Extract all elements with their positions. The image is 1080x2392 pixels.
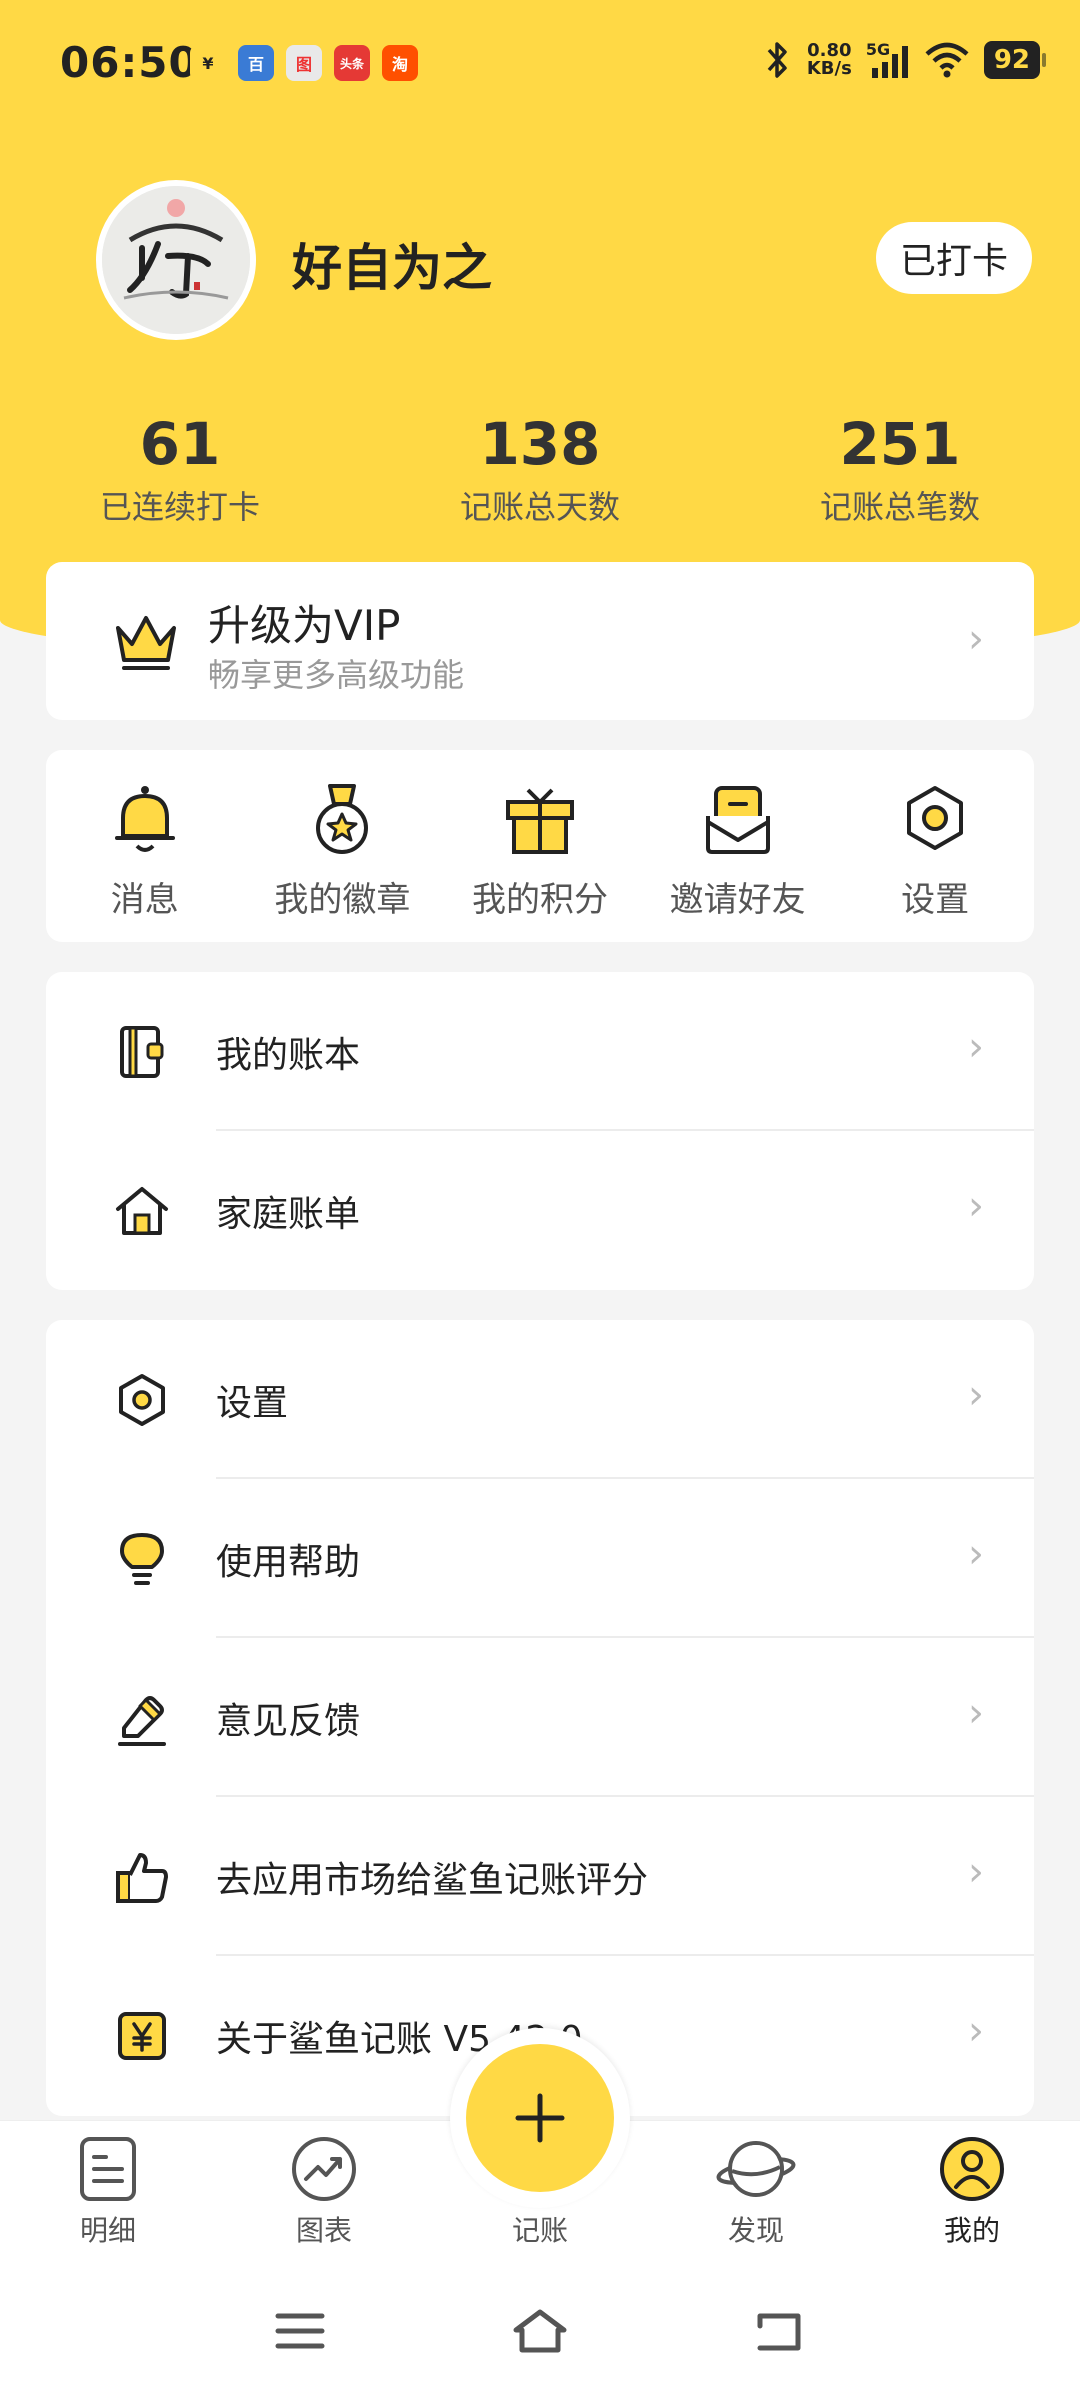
status-time: 06:50 (60, 38, 199, 87)
stat-total-days: 138 记账总天数 (360, 410, 720, 528)
chevron-right-icon: › (968, 1531, 984, 1577)
quick-action-settings[interactable]: 设置 (836, 750, 1034, 942)
crown-icon (116, 616, 176, 670)
quick-action-points[interactable]: 我的积分 (441, 750, 639, 942)
quick-action-invite[interactable]: 邀请好友 (639, 750, 837, 942)
map-notif-icon: 图 (286, 45, 322, 81)
menu-item-settings[interactable]: 设置 › (46, 1320, 1034, 1479)
vip-subtitle: 畅享更多高级功能 (208, 656, 465, 694)
nav-label: 我的 (943, 2214, 1000, 2247)
settings-icon (907, 786, 964, 850)
avatar[interactable] (96, 180, 256, 340)
nav-label: 图表 (295, 2214, 352, 2247)
quick-action-label: 消息 (110, 880, 179, 920)
chevron-right-icon: › (968, 1849, 984, 1895)
gift-icon (505, 788, 574, 854)
menu-item-my-ledger[interactable]: 我的账本 › (46, 972, 1034, 1131)
menu-label: 我的账本 (216, 1035, 361, 1076)
menu-item-family-bill[interactable]: 家庭账单 › (46, 1131, 1034, 1290)
quick-action-label: 我的徽章 (274, 880, 411, 920)
quick-action-label: 设置 (901, 880, 970, 920)
chart-icon (292, 2137, 356, 2201)
notification-icons: ¥ 百 图 头条 淘 (190, 45, 418, 81)
nav-item-mine[interactable]: 我的 (902, 2135, 1042, 2249)
cellular-signal-icon: 5G (866, 40, 910, 80)
chevron-right-icon: › (968, 1183, 984, 1229)
chevron-right-icon: › (968, 1372, 984, 1418)
wifi-icon (925, 42, 969, 78)
nav-label: 记账 (511, 2214, 568, 2247)
nav-item-charts[interactable]: 图表 (254, 2135, 394, 2249)
menu-item-feedback[interactable]: 意见反馈 › (46, 1638, 1034, 1797)
menu-item-help[interactable]: 使用帮助 › (46, 1479, 1034, 1638)
back-icon[interactable] (750, 2306, 810, 2356)
stat-value: 61 (139, 410, 221, 478)
yuan-notif-icon: ¥ (190, 45, 226, 81)
bell-icon (114, 786, 175, 852)
network-speed: 0.80 KB/s (806, 40, 852, 79)
nav-label: 明细 (79, 2214, 136, 2247)
stat-label: 已连续打卡 (99, 488, 260, 526)
home-icon (116, 1187, 168, 1235)
medal-icon (316, 784, 369, 854)
menu-item-rate-app[interactable]: 去应用市场给鲨鱼记账评分 › (46, 1797, 1034, 1956)
toutiao-notif-icon: 头条 (334, 45, 370, 81)
quick-action-label: 邀请好友 (669, 880, 806, 920)
stats-row: 61 已连续打卡 138 记账总天数 251 记账总笔数 (0, 410, 1080, 528)
edit-icon (118, 1696, 166, 1746)
quick-action-label: 我的积分 (471, 880, 608, 920)
vip-title: 升级为VIP (208, 601, 401, 650)
quick-action-badges[interactable]: 我的徽章 (244, 750, 442, 942)
stat-value: 138 (479, 410, 601, 478)
status-bar: 06:50 ¥ 百 图 头条 淘 0.80 KB/s 5G 92 (0, 0, 1080, 130)
chevron-right-icon: › (968, 2008, 984, 2054)
menu-label: 家庭账单 (216, 1194, 361, 1235)
baidu-notif-icon: 百 (238, 45, 274, 81)
username: 好自为之 (292, 239, 492, 297)
chevron-right-icon: › (968, 616, 984, 662)
chevron-right-icon: › (968, 1690, 984, 1736)
ledger-icon (120, 1026, 164, 1078)
plus-icon (515, 2093, 565, 2143)
battery-indicator: 92 (983, 41, 1047, 79)
menu-icon[interactable] (270, 2306, 330, 2356)
menu-label: 设置 (216, 1383, 289, 1424)
home-button-icon[interactable] (510, 2306, 570, 2356)
nav-label: 发现 (727, 2214, 784, 2247)
quick-actions-card: 消息 我的徽章 我的积分 邀请好友 设置 (46, 750, 1034, 942)
add-record-button[interactable] (466, 2044, 614, 2192)
yuan-icon (118, 2012, 166, 2060)
nav-item-discover[interactable]: 发现 (686, 2135, 826, 2249)
thumbs-up-icon (116, 1853, 168, 1903)
menu-label: 去应用市场给鲨鱼记账评分 (216, 1860, 649, 1901)
lightbulb-icon (120, 1533, 164, 1585)
nav-item-details[interactable]: 明细 (38, 2135, 178, 2249)
stat-label: 记账总天数 (459, 488, 620, 526)
menu-label: 使用帮助 (216, 1542, 361, 1583)
taobao-notif-icon: 淘 (382, 45, 418, 81)
ledger-menu-card: 我的账本 › 家庭账单 › (46, 972, 1034, 1290)
stat-streak: 61 已连续打卡 (0, 410, 360, 528)
ink-painting-avatar-icon (102, 186, 250, 334)
planet-icon (716, 2141, 796, 2197)
system-navigation-bar (0, 2270, 1080, 2392)
menu-label: 意见反馈 (216, 1701, 361, 1742)
status-indicators: 0.80 KB/s 5G 92 (763, 40, 1047, 80)
quick-action-messages[interactable]: 消息 (46, 750, 244, 942)
stat-value: 251 (839, 410, 961, 478)
settings-menu-card: 设置 › 使用帮助 › 意见反馈 › 去应用市场给鲨鱼记账评分 › 关于鲨鱼记账 (46, 1320, 1034, 2116)
bluetooth-icon (767, 42, 787, 78)
envelope-icon (705, 786, 770, 854)
user-icon (940, 2137, 1004, 2201)
stat-total-records: 251 记账总笔数 (720, 410, 1080, 528)
list-icon (80, 2137, 136, 2201)
checkin-button[interactable]: 已打卡 (876, 222, 1032, 294)
vip-upgrade-card[interactable]: 升级为VIP 畅享更多高级功能 › (46, 562, 1034, 720)
chevron-right-icon: › (968, 1024, 984, 1070)
stat-label: 记账总笔数 (819, 488, 980, 526)
settings-icon (119, 1374, 165, 1426)
